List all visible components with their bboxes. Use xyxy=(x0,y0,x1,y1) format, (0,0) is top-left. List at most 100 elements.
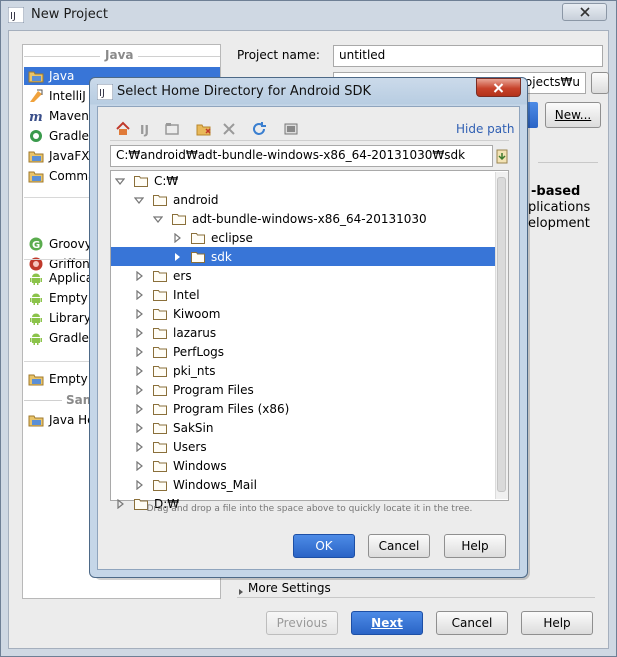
java-group-header: Java xyxy=(100,48,139,62)
tree-node-label: PerfLogs xyxy=(173,344,225,359)
chevron-right-icon[interactable] xyxy=(134,270,144,281)
tree-scrollbar-thumb[interactable] xyxy=(497,177,506,492)
expand-arrow-icon[interactable] xyxy=(236,587,246,597)
tree-node[interactable]: PerfLogs xyxy=(111,342,495,361)
drag-drop-hint: Drag and drop a file into the space abov… xyxy=(146,504,473,514)
chevron-right-icon[interactable] xyxy=(134,384,144,395)
svg-text:IJ: IJ xyxy=(99,88,105,99)
project-name-input[interactable]: untitled xyxy=(333,45,603,67)
new-folder-icon[interactable] xyxy=(195,120,213,138)
tree-node-label: Windows xyxy=(173,458,227,473)
tree-node[interactable]: Program Files (x86) xyxy=(111,399,495,418)
tree-node-label: SakSin xyxy=(173,420,214,435)
hide-path-link[interactable]: Hide path xyxy=(456,122,514,136)
window-close-button[interactable] xyxy=(562,3,607,21)
cancel-button[interactable]: Cancel xyxy=(436,611,508,635)
tree-node[interactable]: SakSin xyxy=(111,418,495,437)
next-button[interactable]: Next xyxy=(351,611,423,635)
tree-node[interactable]: C:₩ xyxy=(111,171,495,190)
svg-text:IJ: IJ xyxy=(140,123,149,137)
chevron-right-icon[interactable] xyxy=(134,346,144,357)
tree-node-label: adt-bundle-windows-x86_64-20131030 xyxy=(192,211,427,226)
chevron-right-icon[interactable] xyxy=(134,403,144,414)
svg-text:G: G xyxy=(32,240,40,251)
dialog-help-button[interactable]: Help xyxy=(444,534,506,558)
tree-node-label: Program Files (x86) xyxy=(173,401,290,416)
chevron-down-icon[interactable] xyxy=(134,195,144,205)
delete-icon[interactable] xyxy=(220,120,238,138)
path-input[interactable]: C:₩android₩adt-bundle-windows-x86_64-201… xyxy=(110,145,493,167)
chevron-right-icon[interactable] xyxy=(134,479,144,490)
tree-node[interactable]: lazarus xyxy=(111,323,495,342)
tree-node[interactable]: eclipse xyxy=(111,228,495,247)
tree-node[interactable]: sdk xyxy=(111,247,495,266)
chevron-down-icon[interactable] xyxy=(115,176,125,186)
chevron-right-icon[interactable] xyxy=(134,308,144,319)
tree-node-label: eclipse xyxy=(211,230,253,245)
tree-node[interactable]: Intel xyxy=(111,285,495,304)
chevron-right-icon[interactable] xyxy=(134,365,144,376)
tree-node[interactable]: android xyxy=(111,190,495,209)
chevron-right-icon[interactable] xyxy=(134,289,144,300)
project-type-label: JavaFX xyxy=(49,149,90,163)
new-sdk-button[interactable]: New... xyxy=(545,102,601,128)
tree-node-label: android xyxy=(173,192,219,207)
divider xyxy=(110,140,509,141)
ok-button[interactable]: OK xyxy=(293,534,355,558)
previous-button[interactable]: Previous xyxy=(266,611,338,635)
project-type-label: Maven xyxy=(49,109,89,123)
tree-node-label: Windows_Mail xyxy=(173,477,257,492)
folder-icon xyxy=(172,213,186,225)
tree-node[interactable]: Kiwoom xyxy=(111,304,495,323)
dialog-close-button[interactable] xyxy=(476,78,521,97)
tree-node[interactable]: pki_nts xyxy=(111,361,495,380)
refresh-icon[interactable] xyxy=(250,120,268,138)
new-sdk-label: New... xyxy=(554,108,592,122)
path-history-icon[interactable] xyxy=(494,147,510,165)
folder-icon xyxy=(153,327,167,339)
tree-node[interactable]: Windows_Mail xyxy=(111,475,495,494)
divider xyxy=(538,162,598,163)
chevron-down-icon[interactable] xyxy=(153,214,163,224)
folder-icon xyxy=(28,412,44,428)
tree-node[interactable]: adt-bundle-windows-x86_64-20131030 xyxy=(111,209,495,228)
chevron-right-icon[interactable] xyxy=(172,252,182,262)
chevron-right-icon[interactable] xyxy=(134,327,144,338)
next-label: Next xyxy=(371,616,403,630)
folder-icon xyxy=(191,251,205,263)
svg-text:m: m xyxy=(29,110,43,124)
chevron-right-icon[interactable] xyxy=(134,460,144,471)
tree-node[interactable]: Program Files xyxy=(111,380,495,399)
module-icon[interactable] xyxy=(163,120,181,138)
browse-location-button[interactable] xyxy=(591,72,609,94)
folder-icon xyxy=(153,194,167,206)
show-hidden-icon[interactable] xyxy=(282,120,300,138)
window-title: New Project xyxy=(31,7,108,22)
project-icon[interactable]: IJ xyxy=(138,120,156,138)
dialog-cancel-button[interactable]: Cancel xyxy=(368,534,430,558)
tree-node[interactable]: ers xyxy=(111,266,495,285)
chevron-right-icon[interactable] xyxy=(134,441,144,452)
tree-node-label: Users xyxy=(173,439,207,454)
intellij-app-icon: IJ xyxy=(97,84,113,100)
more-settings-link[interactable]: More Settings xyxy=(248,581,331,595)
help-button[interactable]: Help xyxy=(521,611,593,635)
tree-node-label: ers xyxy=(173,268,192,283)
tree-node-label: Intel xyxy=(173,287,200,302)
chevron-right-icon[interactable] xyxy=(134,422,144,433)
description-line: elopment xyxy=(528,216,590,231)
home-icon[interactable] xyxy=(114,120,132,138)
project-type-label: Gradle: xyxy=(49,331,93,345)
android-icon xyxy=(28,330,44,346)
folder-icon xyxy=(153,365,167,377)
folder-icon xyxy=(153,479,167,491)
folder-icon xyxy=(153,384,167,396)
folder-icon xyxy=(153,346,167,358)
tree-node[interactable]: Users xyxy=(111,437,495,456)
folder-icon xyxy=(153,460,167,472)
chevron-right-icon[interactable] xyxy=(172,232,182,243)
tree-node-label: Kiwoom xyxy=(173,306,221,321)
folder-icon xyxy=(134,175,148,187)
folder-icon xyxy=(153,289,167,301)
tree-node[interactable]: Windows xyxy=(111,456,495,475)
